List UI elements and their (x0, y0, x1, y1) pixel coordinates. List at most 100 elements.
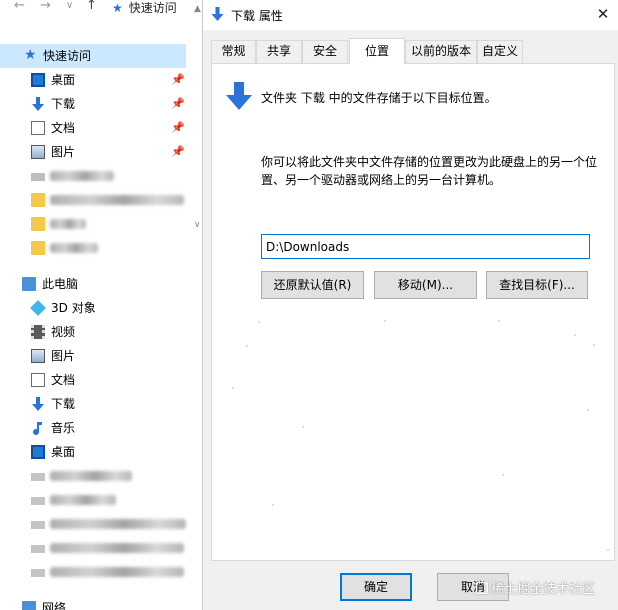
speck (574, 334, 576, 336)
forward-button[interactable]: → (40, 0, 51, 13)
watermark-logo-icon (476, 582, 488, 594)
breadcrumb: 快速访问 (128, 1, 177, 15)
nav-obscured-drive[interactable] (0, 464, 186, 488)
tab-security[interactable]: 安全 (302, 40, 348, 63)
download-icon (226, 82, 252, 113)
nav-quick-documents[interactable]: 文档 📌 (0, 116, 186, 140)
obscured-label (50, 243, 98, 253)
location-description-text: 你可以将此文件夹中文件存储的位置更改为此硬盘上的另一个位置、另一个驱动器或网络上… (261, 155, 598, 187)
star-icon: ★ (112, 1, 123, 15)
nav-this-pc-label: 此电脑 (42, 277, 79, 291)
explorer-toolbar: ← → ∨ ↑ ★ 快速访问 (0, 0, 202, 18)
dialog-titlebar[interactable]: 下载 属性 ✕ (203, 0, 618, 30)
drive-icon (31, 497, 45, 505)
obscured-label (50, 195, 184, 205)
star-icon: ★ (24, 47, 37, 63)
pin-icon: 📌 (171, 97, 185, 110)
speck (502, 474, 504, 476)
tab-customize[interactable]: 自定义 (477, 40, 523, 63)
nav-documents[interactable]: 文档 (0, 368, 186, 392)
address-bar[interactable]: ★ 快速访问 (112, 0, 177, 16)
nav-item-label: 图片 (51, 349, 76, 363)
speck (607, 549, 609, 551)
obscured-label (50, 471, 132, 481)
tab-location[interactable]: 位置 (349, 38, 405, 64)
tab-general[interactable]: 常规 (211, 40, 256, 63)
file-explorer-window: ← → ∨ ↑ ★ 快速访问 ▲ ∨ ★ 快速访问 桌面 📌 下载 📌 文档 📌… (0, 0, 202, 610)
nav-obscured-item[interactable] (0, 188, 186, 212)
speck (302, 426, 304, 428)
nav-network-label: 网络 (42, 601, 67, 610)
nav-downloads[interactable]: 下载 (0, 392, 186, 416)
move-button[interactable]: 移动(M)... (374, 271, 477, 299)
restore-default-button[interactable]: 还原默认值(R) (261, 271, 364, 299)
find-target-button[interactable]: 查找目标(F)... (486, 271, 588, 299)
drive-icon (31, 173, 45, 181)
nav-obscured-drive[interactable] (0, 512, 186, 536)
nav-quick-pictures[interactable]: 图片 📌 (0, 140, 186, 164)
pin-icon: 📌 (171, 73, 185, 86)
nav-quick-downloads[interactable]: 下载 📌 (0, 92, 186, 116)
download-icon (211, 7, 224, 24)
nav-this-pc[interactable]: 此电脑 (0, 272, 186, 296)
up-button[interactable]: ↑ (86, 0, 97, 13)
video-icon (31, 325, 45, 339)
pin-icon: 📌 (171, 121, 185, 134)
properties-dialog: 下载 属性 ✕ 常规 共享 安全 位置 以前的版本 自定义 文件夹 下载 中的文… (203, 0, 618, 610)
drive-icon (31, 569, 45, 577)
nav-item-label: 视频 (51, 325, 76, 339)
navigation-pane: ★ 快速访问 桌面 📌 下载 📌 文档 📌 图片 📌 此电脑 3D 对象 视频 … (0, 44, 186, 610)
folder-icon (31, 241, 45, 255)
music-icon (31, 421, 45, 435)
speck (498, 320, 500, 322)
download-icon (31, 97, 45, 111)
folder-icon (31, 193, 45, 207)
target-path-input[interactable] (261, 234, 590, 259)
speck (384, 320, 386, 322)
picture-icon (31, 145, 45, 159)
location-tab-panel: 文件夹 下载 中的文件存储于以下目标位置。 你可以将此文件夹中文件存储的位置更改… (211, 63, 615, 561)
tab-sharing[interactable]: 共享 (256, 40, 302, 63)
nav-quick-access-label: 快速访问 (43, 49, 92, 63)
nav-obscured-drive[interactable] (0, 488, 186, 512)
back-button[interactable]: ← (14, 0, 25, 13)
nav-item-label: 下载 (51, 397, 76, 411)
nav-desktop[interactable]: 桌面 (0, 440, 186, 464)
drive-icon (31, 545, 45, 553)
folder-icon (31, 217, 45, 231)
speck (272, 504, 274, 506)
nav-3d-objects[interactable]: 3D 对象 (0, 296, 186, 320)
nav-quick-desktop[interactable]: 桌面 📌 (0, 68, 186, 92)
nav-pictures[interactable]: 图片 (0, 344, 186, 368)
nav-network[interactable]: 网络 (0, 596, 186, 610)
tab-previous-versions[interactable]: 以前的版本 (405, 40, 477, 63)
computer-icon (22, 277, 36, 291)
speck (232, 387, 234, 389)
close-button[interactable]: ✕ (589, 2, 617, 26)
scroll-up-icon[interactable]: ▲ (194, 4, 201, 14)
drive-icon (31, 473, 45, 481)
nav-obscured-item[interactable] (0, 236, 186, 260)
network-icon (22, 601, 36, 610)
nav-quick-access[interactable]: ★ 快速访问 (0, 44, 186, 68)
ok-button[interactable]: 确定 (340, 573, 412, 601)
nav-obscured-drive[interactable] (0, 560, 186, 584)
nav-item-label: 桌面 (51, 445, 76, 459)
recent-locations-dropdown[interactable]: ∨ (66, 0, 73, 11)
nav-obscured-item[interactable] (0, 212, 186, 236)
speck (258, 321, 260, 323)
nav-obscured-item[interactable] (0, 164, 186, 188)
nav-videos[interactable]: 视频 (0, 320, 186, 344)
screen: ← → ∨ ↑ ★ 快速访问 ▲ ∨ ★ 快速访问 桌面 📌 下载 📌 文档 📌… (0, 0, 618, 610)
nav-item-label: 桌面 (51, 73, 76, 87)
chevron-down-icon: ∨ (194, 220, 201, 230)
document-icon (31, 373, 45, 387)
nav-music[interactable]: 音乐 (0, 416, 186, 440)
3d-objects-icon (30, 300, 46, 316)
nav-item-label: 文档 (51, 121, 76, 135)
nav-item-label: 音乐 (51, 421, 76, 435)
nav-obscured-drive[interactable] (0, 536, 186, 560)
location-header-text: 文件夹 下载 中的文件存储于以下目标位置。 (261, 91, 497, 105)
